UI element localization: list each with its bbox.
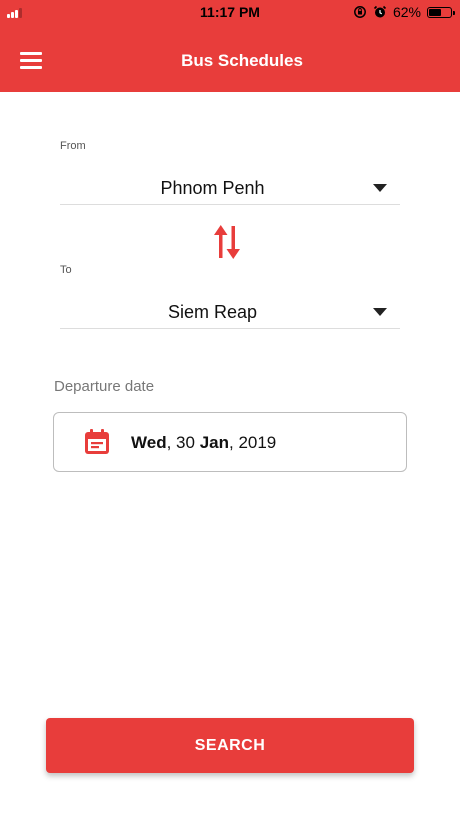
caret-down-icon (373, 308, 387, 316)
alarm-icon (373, 5, 387, 18)
date-year: 2019 (238, 433, 277, 452)
to-label: To (60, 264, 72, 276)
departure-date-label: Departure date (54, 378, 155, 395)
swap-vertical-icon[interactable] (214, 224, 240, 260)
from-select[interactable]: Phnom Penh (60, 170, 400, 205)
status-right-group: 62% (353, 4, 455, 20)
date-month: Jan (199, 433, 229, 452)
caret-down-icon (373, 184, 387, 192)
page-title: Bus Schedules (181, 51, 303, 70)
departure-date-picker[interactable]: Wed, 30 Jan, 2019 (53, 412, 407, 472)
to-value: Siem Reap (167, 302, 258, 322)
date-weekday: Wed (131, 433, 167, 452)
from-value: Phnom Penh (160, 178, 265, 198)
status-bar: 11:17 PM 62% (0, 0, 460, 24)
calendar-icon (85, 429, 109, 454)
date-day: 30 (176, 433, 195, 452)
from-label: From (60, 140, 86, 152)
search-button[interactable]: SEARCH (46, 718, 414, 773)
battery-icon (427, 6, 455, 18)
departure-date-value: Wed, 30 Jan, 2019 (131, 433, 277, 452)
orientation-lock-icon (354, 6, 366, 18)
battery-level (429, 8, 441, 16)
to-select[interactable]: Siem Reap (60, 294, 400, 329)
battery-percent: 62% (392, 4, 421, 20)
app-header: 11:17 PM 62% Bus Schedules (0, 0, 460, 92)
